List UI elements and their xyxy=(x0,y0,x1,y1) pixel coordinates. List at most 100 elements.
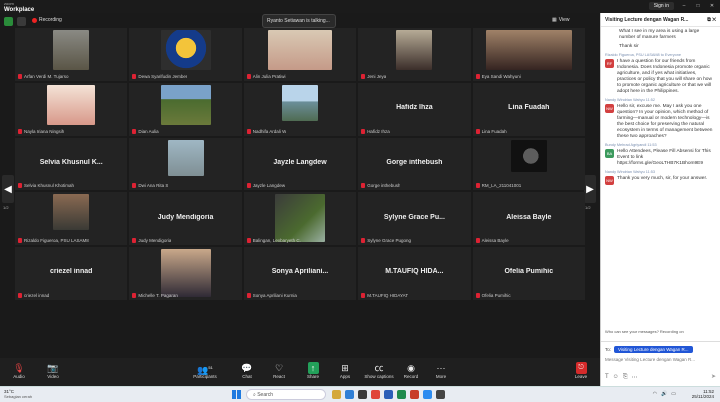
zoom-icon[interactable] xyxy=(423,390,432,399)
participant-name: Balingan, Lexbaryeth C. xyxy=(252,238,301,244)
heart-icon: ♡ xyxy=(274,363,284,373)
meeting-info-icon[interactable] xyxy=(4,17,13,26)
volume-icon[interactable]: 🔊 xyxy=(661,391,667,397)
chat-bubble-icon: 💬 xyxy=(241,363,253,373)
store-icon[interactable] xyxy=(358,390,367,399)
participant-tile[interactable]: Sylyne Grace Pu... Sylyne Grace Pugong xyxy=(358,192,471,246)
participant-tile[interactable]: Sonya Apriliani... Sonya Apriliani Kurnia xyxy=(243,247,357,301)
participant-video xyxy=(167,139,204,176)
participant-video xyxy=(53,30,90,70)
participant-tile[interactable]: criezel innad criezel innad xyxy=(15,247,128,301)
chat-close-icon[interactable]: ✕ xyxy=(712,17,716,23)
participant-tile[interactable]: Dian Aulia xyxy=(129,82,242,136)
participant-tile[interactable]: Jayzle Langdew Jayzle Langdew xyxy=(243,137,357,191)
participant-tile[interactable]: Balingan, Lexbaryeth C. xyxy=(243,192,357,246)
chevron-right-icon: ▶ xyxy=(586,183,594,195)
participant-tile[interactable]: Nadhifa Ardali W xyxy=(243,82,357,136)
microphone-muted-icon xyxy=(18,128,22,134)
chat-messages[interactable]: What I see in my area is using a large n… xyxy=(601,27,720,345)
chat-message-text: What I see in my area is using a large n… xyxy=(619,29,700,40)
participant-name: Rizaldo Figueroa, PSU LASAM8 xyxy=(24,238,89,244)
participant-tile[interactable]: Lina Fuadah Lina Fuadah xyxy=(472,82,585,136)
maximize-icon[interactable]: □ xyxy=(694,3,702,9)
participant-tile[interactable]: Hafidz Ihza Hafidz Ihza xyxy=(358,82,471,136)
apps-button[interactable]: ⊞ Apps xyxy=(330,362,360,379)
participant-name-tag: Nadhifa Ardali W xyxy=(246,128,286,134)
weather-widget[interactable]: 31°C Sebagian cerah xyxy=(4,389,32,399)
participant-name-tag: criezel innad xyxy=(18,293,49,299)
leave-button[interactable]: ⎋ Leave xyxy=(566,362,596,379)
participant-tile[interactable]: Alin Julia Pratiwi xyxy=(243,28,357,81)
chrome-icon[interactable] xyxy=(371,390,380,399)
participant-tile[interactable]: Dewa Syarifudin Jember xyxy=(129,28,242,81)
chat-message[interactable]: RF I have a question for our friends from… xyxy=(605,59,716,95)
chat-message[interactable]: NW Hello sir, excuse me. May I ask you on… xyxy=(605,104,716,140)
who-can-see-notice[interactable]: Who can see your messages? Recording on xyxy=(605,329,684,334)
file-explorer-icon[interactable] xyxy=(332,390,341,399)
previous-page-button[interactable]: ◀ xyxy=(2,175,14,203)
minimize-icon[interactable]: – xyxy=(680,3,688,9)
share-screen-icon: ↑ xyxy=(307,362,319,374)
participant-name-tag: Ofelia Pumihic xyxy=(475,293,511,299)
recording-indicator[interactable]: Recording xyxy=(32,17,62,23)
powerpoint-icon[interactable] xyxy=(410,390,419,399)
word-icon[interactable] xyxy=(384,390,393,399)
participant-tile[interactable]: Nayla Iriana Ningsih xyxy=(15,82,128,136)
participant-tile[interactable]: Michelle T. Pagaran xyxy=(129,247,242,301)
recipient-dropdown[interactable]: Visiting Lecture dengan Wagan R... xyxy=(614,346,693,353)
emoji-icon[interactable]: ☺ xyxy=(613,374,619,381)
participant-tile[interactable]: Gorge inthebush Gorge inthebush xyxy=(358,137,471,191)
excel-icon[interactable] xyxy=(397,390,406,399)
show-captions-button[interactable]: ㏄ Show captions xyxy=(362,362,396,379)
chat-message-input[interactable] xyxy=(605,357,717,362)
chat-message[interactable]: BA Hello Attendees, Please Fill Absensi f… xyxy=(605,149,716,167)
more-label: More xyxy=(435,374,447,379)
participant-tile[interactable]: Ofelia Pumihic Ofelia Pumihic xyxy=(472,247,585,301)
participant-name-tag: Dewa Syarifudin Jember xyxy=(132,73,187,79)
more-options-icon[interactable]: ⋯ xyxy=(632,374,638,381)
battery-icon[interactable]: ▭ xyxy=(671,391,676,397)
participant-name-tag: Rizaldo Figueroa, PSU LASAM8 xyxy=(18,238,89,244)
participant-tile[interactable]: Jeni Jeya xyxy=(358,28,471,81)
share-button[interactable]: ↑ Share xyxy=(298,362,328,379)
microphone-muted-icon xyxy=(475,128,480,134)
close-icon[interactable]: ✕ xyxy=(708,3,716,9)
participant-name-tag: Hafidz Ihza xyxy=(361,128,390,134)
taskbar-search[interactable]: ⌕ Search xyxy=(246,389,326,400)
record-button[interactable]: ◉ Record xyxy=(396,362,426,379)
video-button[interactable]: 📷 Video xyxy=(38,362,68,379)
chat-popout-icon[interactable]: ⧉ xyxy=(707,17,711,23)
participant-tile[interactable]: RM_LA_211041001 xyxy=(472,137,585,191)
participant-tile[interactable]: Eya Sandi Wahyuni xyxy=(472,28,585,81)
encryption-shield-icon[interactable] xyxy=(17,17,26,26)
chat-button[interactable]: 💬 Chat xyxy=(232,362,262,379)
page-indicator-left: 1/2 xyxy=(3,205,9,210)
participant-display-name: Ofelia Pumihic xyxy=(504,268,554,276)
windows-start-icon[interactable] xyxy=(232,390,241,399)
chat-message[interactable]: NW Thank you very much, sir, for your ans… xyxy=(605,176,716,185)
format-icon[interactable]: T xyxy=(605,374,609,381)
participant-tile[interactable]: Arfan Verdi M. Tujarso xyxy=(15,28,128,81)
participant-name-tag: Jayzle Langdew xyxy=(246,183,285,189)
view-button[interactable]: ▦ View xyxy=(552,17,569,23)
audio-button[interactable]: 🎙 Audio xyxy=(4,362,34,379)
participant-tile[interactable]: Selvia Khusnul K... Selvia Khusnul Khotim… xyxy=(15,137,128,191)
microphone-muted-icon: 🎙 xyxy=(13,363,25,373)
participant-tile[interactable]: Judy Mendigoria Judy Mendigoria xyxy=(129,192,242,246)
settings-icon[interactable] xyxy=(436,390,445,399)
more-button[interactable]: ··· More xyxy=(426,362,456,379)
wifi-icon[interactable]: ◠ xyxy=(653,391,657,397)
participant-tile[interactable]: Dwi Ana Rita S xyxy=(129,137,242,191)
sign-in-button[interactable]: Sign in xyxy=(648,2,674,10)
participant-tile[interactable]: Rizaldo Figueroa, PSU LASAM8 xyxy=(15,192,128,246)
more-icon: ··· xyxy=(436,363,446,373)
participant-tile[interactable]: Aleissa Bayle Aleissa Bayle xyxy=(472,192,585,246)
participant-tile[interactable]: M.TAUFIQ HIDA... M.TAUFIQ HIDAYAT xyxy=(358,247,471,301)
send-icon[interactable]: ➤ xyxy=(711,373,716,380)
next-page-button[interactable]: ▶ xyxy=(584,175,596,203)
participants-button[interactable]: 👥51 Participants xyxy=(190,362,220,379)
attach-icon[interactable]: ⎘ xyxy=(623,374,628,381)
react-button[interactable]: ♡ React xyxy=(264,362,294,379)
taskbar-clock[interactable]: 11:52 25/11/2024 xyxy=(692,389,714,399)
edge-icon[interactable] xyxy=(345,390,354,399)
